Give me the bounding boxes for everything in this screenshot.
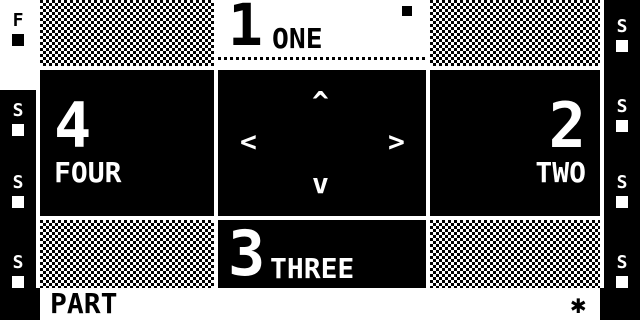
channel-four[interactable]: 4 FOUR	[40, 70, 214, 216]
rail-glyph: F	[12, 10, 24, 31]
rail-marker-icon	[616, 40, 628, 52]
channel-label: THREE	[270, 252, 355, 285]
left-rail: F S S S	[0, 0, 36, 320]
channel-label: TWO	[535, 156, 586, 189]
rail-glyph: S	[616, 252, 628, 273]
arrow-left-icon[interactable]: <	[240, 128, 257, 156]
arrow-up-icon[interactable]: ^	[312, 88, 329, 116]
channel-number: 1	[228, 0, 263, 59]
arrow-right-icon[interactable]: >	[388, 128, 405, 156]
channel-three[interactable]: 3 THREE	[218, 220, 426, 288]
left-rail-item-s2[interactable]: S	[7, 174, 29, 216]
channel-one[interactable]: 1 ONE	[218, 0, 426, 66]
rail-glyph: S	[12, 252, 24, 273]
checker-bottom-right	[430, 220, 600, 288]
right-rail-item-s1[interactable]: S	[611, 18, 633, 60]
rail-glyph: S	[616, 16, 628, 37]
rail-marker-icon	[12, 196, 24, 208]
left-rail-item-s1[interactable]: S	[7, 102, 29, 144]
rail-marker-icon	[616, 120, 628, 132]
rail-glyph: S	[616, 96, 628, 117]
channel-number: 3	[228, 217, 266, 290]
left-rail-item-f[interactable]: F	[0, 0, 36, 90]
right-rail-item-s4[interactable]: S	[611, 254, 633, 296]
rail-marker-icon	[12, 276, 24, 288]
right-rail-item-s2[interactable]: S	[611, 98, 633, 140]
part-label: PART	[50, 287, 118, 320]
channel-number: 2	[548, 89, 586, 162]
asterisk-icon[interactable]: ✱	[570, 292, 586, 318]
rail-marker-icon	[12, 124, 24, 136]
checker-top-left	[40, 0, 214, 66]
rail-marker-icon	[616, 276, 628, 288]
arrow-down-icon[interactable]: v	[312, 170, 329, 198]
right-rail: S S S S	[604, 0, 640, 320]
right-rail-item-s3[interactable]: S	[611, 174, 633, 216]
main-grid: 1 ONE 4 FOUR ^ < > v 2 TWO 3 THREE	[36, 0, 604, 288]
checker-bottom-left	[40, 220, 214, 288]
dpad-panel: ^ < > v	[218, 70, 426, 216]
dotted-underline	[218, 57, 426, 60]
rail-glyph: S	[12, 100, 24, 121]
channel-two[interactable]: 2 TWO	[430, 70, 600, 216]
checker-top-right	[430, 0, 600, 66]
channel-number: 4	[54, 89, 92, 162]
rail-glyph: S	[12, 172, 24, 193]
channel-label: FOUR	[54, 156, 122, 189]
left-rail-item-s3[interactable]: S	[7, 254, 29, 296]
channel-label: ONE	[272, 22, 323, 55]
rail-glyph: S	[616, 172, 628, 193]
rail-marker-icon	[616, 196, 628, 208]
footer-bar: PART ✱	[40, 288, 600, 320]
selected-indicator-icon	[402, 6, 412, 16]
rail-marker-icon	[12, 34, 24, 46]
